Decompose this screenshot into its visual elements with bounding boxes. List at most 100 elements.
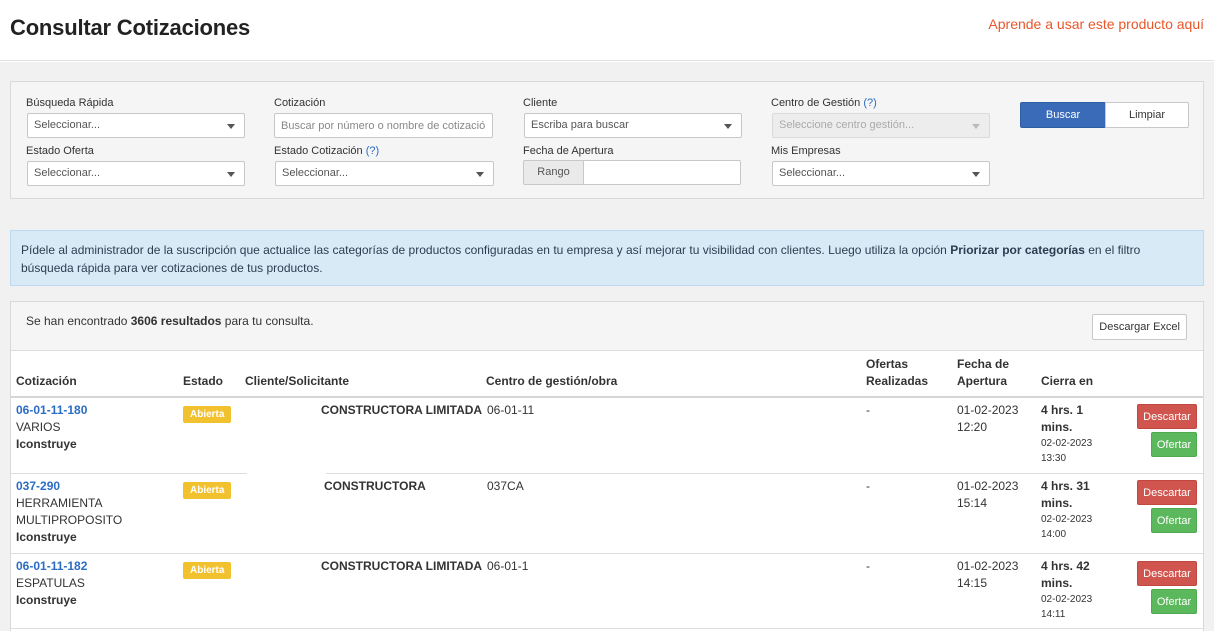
cliente-value: Escriba para buscar (531, 119, 629, 131)
column-header-centro[interactable]: Centro de gestión/obra (486, 373, 617, 390)
estado-cotizacion-label: Estado Cotización (?) (274, 145, 379, 157)
fecha-cell: 01-02-2023 14:15 (957, 558, 1018, 592)
table-row: 06-01-11-180 VARIOS Iconstruye Abierta C… (11, 398, 1203, 474)
chevron-down-icon (724, 124, 732, 129)
ofertas-cell: - (866, 479, 870, 493)
column-header-cotizacion[interactable]: Cotización (16, 373, 77, 390)
cierra-remaining-unit: mins. (1041, 420, 1073, 434)
descargar-excel-button[interactable]: Descargar Excel (1092, 314, 1187, 340)
fecha-time: 12:20 (957, 420, 988, 434)
cotizacion-link[interactable]: 037-290 (16, 478, 122, 495)
cliente-cell: CONSTRUCTORA LIMITADA (321, 559, 483, 573)
cotizacion-label: Cotización (274, 97, 326, 109)
chevron-down-icon (972, 172, 980, 177)
mis-empresas-select[interactable]: Seleccionar... (772, 161, 990, 186)
info-alert: Pídele al administrador de la suscripció… (10, 230, 1204, 286)
centro-cell: 06-01-11 (487, 403, 535, 417)
cierra-time: 13:30 (1041, 453, 1067, 464)
ofertar-button[interactable]: Ofertar (1151, 508, 1197, 533)
cotizacion-desc: VARIOS (16, 420, 61, 434)
column-header-fecha-line1: Fecha de (957, 357, 1010, 371)
ofertar-button[interactable]: Ofertar (1151, 432, 1197, 457)
cotizacion-company: Iconstruye (16, 593, 77, 607)
chevron-down-icon (227, 124, 235, 129)
busqueda-rapida-value: Seleccionar... (34, 119, 101, 131)
help-link[interactable]: Aprende a usar este producto aquí (988, 16, 1204, 32)
cierra-date: 02-02-2023 (1041, 438, 1093, 449)
centro-gestion-value: Seleccione centro gestión... (779, 119, 915, 131)
results-count-number: 3606 resultados (130, 314, 222, 328)
ofertas-cell: - (866, 403, 870, 417)
centro-cell: 06-01-1 (487, 559, 529, 573)
busqueda-rapida-label: Búsqueda Rápida (26, 97, 114, 109)
fecha-date: 01-02-2023 (957, 403, 1019, 417)
estado-cotizacion-help-link[interactable]: (?) (366, 145, 379, 157)
fecha-apertura-input[interactable] (583, 160, 741, 185)
column-header-cliente[interactable]: Cliente/Solicitante (245, 373, 349, 390)
estado-cotizacion-value: Seleccionar... (282, 167, 349, 179)
centro-gestion-label-text: Centro de Gestión (771, 97, 861, 109)
cotizacion-link[interactable]: 06-01-11-182 (16, 558, 87, 575)
estado-cotizacion-label-text: Estado Cotización (274, 145, 363, 157)
cotizacion-link[interactable]: 06-01-11-180 (16, 402, 87, 419)
cierra-remaining: 4 hrs. 42 (1041, 559, 1090, 573)
cotizacion-search-input[interactable] (274, 113, 493, 138)
fecha-apertura-label: Fecha de Apertura (523, 145, 614, 157)
filter-panel: Búsqueda Rápida Seleccionar... Cotizació… (10, 81, 1204, 199)
cliente-label: Cliente (523, 97, 558, 109)
cotizacion-cell: 06-01-11-180 VARIOS Iconstruye (16, 402, 87, 453)
estado-oferta-select[interactable]: Seleccionar... (27, 161, 245, 186)
cotizacion-desc: HERRAMIENTA (16, 496, 103, 510)
column-header-estado[interactable]: Estado (183, 373, 223, 390)
cliente-select[interactable]: Escriba para buscar (524, 113, 742, 138)
column-header-fecha-line2: Apertura (957, 374, 1008, 388)
estado-oferta-value: Seleccionar... (34, 167, 101, 179)
cierra-cell: 4 hrs. 42 mins. 02-02-2023 14:11 (1041, 558, 1092, 622)
descartar-button[interactable]: Descartar (1137, 404, 1197, 429)
fecha-time: 15:14 (957, 496, 988, 510)
ofertas-cell: - (866, 559, 870, 573)
cierra-remaining-unit: mins. (1041, 576, 1073, 590)
cierra-date: 02-02-2023 (1041, 514, 1093, 525)
cierra-cell: 4 hrs. 1 mins. 02-02-2023 13:30 (1041, 402, 1092, 466)
chevron-down-icon (227, 172, 235, 177)
column-header-ofertas-line2: Realizadas (866, 374, 929, 388)
cotizacion-desc: MULTIPROPOSITO (16, 513, 123, 527)
cierra-date: 02-02-2023 (1041, 594, 1093, 605)
results-panel: Se han encontrado 3606 resultados para t… (10, 301, 1204, 631)
fecha-time: 14:15 (957, 576, 988, 590)
buscar-button[interactable]: Buscar (1020, 102, 1106, 128)
results-count-before: Se han encontrado (26, 314, 131, 328)
busqueda-rapida-select[interactable]: Seleccionar... (27, 113, 245, 138)
estado-cotizacion-select[interactable]: Seleccionar... (275, 161, 494, 186)
fecha-date: 01-02-2023 (957, 479, 1019, 493)
limpiar-button[interactable]: Limpiar (1105, 102, 1189, 128)
cierra-remaining: 4 hrs. 31 (1041, 479, 1090, 493)
cotizacion-company: Iconstruye (16, 437, 77, 451)
column-header-cierra[interactable]: Cierra en (1041, 373, 1093, 390)
cotizacion-desc: ESPATULAS (16, 576, 85, 590)
centro-gestion-select: Seleccione centro gestión... (772, 113, 990, 138)
table-row: 037-290 HERRAMIENTA MULTIPROPOSITO Icons… (11, 474, 1203, 553)
fecha-date: 01-02-2023 (957, 559, 1019, 573)
cliente-cell: CONSTRUCTORA LIMITADA (321, 403, 483, 417)
fecha-cell: 01-02-2023 15:14 (957, 478, 1018, 512)
info-text-bold: Priorizar por categorías (950, 243, 1085, 257)
cierra-remaining: 4 hrs. 1 (1041, 403, 1084, 417)
column-header-ofertas[interactable]: Ofertas Realizadas (866, 356, 928, 390)
centro-gestion-label: Centro de Gestión (?) (771, 97, 877, 109)
rango-addon: Rango (523, 160, 584, 185)
descartar-button[interactable]: Descartar (1137, 561, 1197, 586)
table-row: 06-01-11-182 ESPATULAS Iconstruye Abiert… (11, 554, 1203, 631)
results-header: Se han encontrado 3606 resultados para t… (11, 302, 1203, 351)
results-count: Se han encontrado 3606 resultados para t… (26, 314, 314, 328)
cliente-cell: CONSTRUCTORA (324, 479, 426, 493)
centro-gestion-help-link[interactable]: (?) (863, 97, 876, 109)
cierra-remaining-unit: mins. (1041, 496, 1073, 510)
ofertar-button[interactable]: Ofertar (1151, 589, 1197, 614)
column-header-fecha[interactable]: Fecha de Apertura (957, 356, 1009, 390)
cotizacion-company: Iconstruye (16, 530, 77, 544)
page-header: Consultar Cotizaciones Aprende a usar es… (0, 0, 1214, 61)
descartar-button[interactable]: Descartar (1137, 480, 1197, 505)
chevron-down-icon (972, 124, 980, 129)
